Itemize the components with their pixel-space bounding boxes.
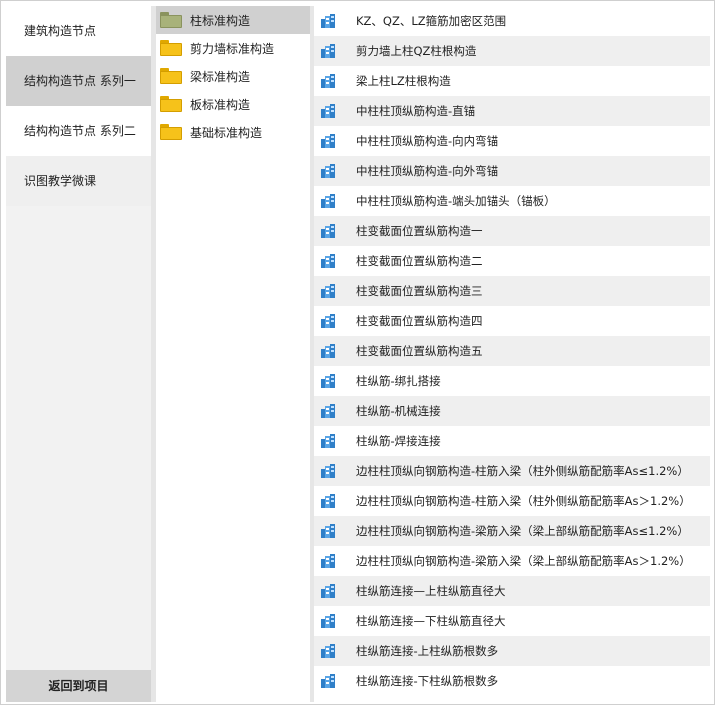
node-list-item-label: 剪力墙上柱QZ柱根构造: [356, 44, 477, 58]
node-list-item[interactable]: 柱变截面位置纵筋构造三: [314, 276, 710, 306]
node-list-item[interactable]: 柱纵筋-绑扎搭接: [314, 366, 710, 396]
3d-model-icon: [320, 613, 336, 629]
3d-model-icon: [320, 523, 336, 539]
folder-label: 剪力墙标准构造: [190, 41, 275, 56]
category-panel: 建筑构造节点 结构构造节点 系列一 结构构造节点 系列二 识图教学微课 返回到项目: [6, 6, 151, 702]
node-list-item-label: 边柱柱顶纵向钢筋构造-柱筋入梁（柱外侧纵筋配筋率As≤1.2%）: [356, 464, 689, 478]
folder-item[interactable]: 柱标准构造: [156, 6, 310, 34]
folder-item[interactable]: 板标准构造: [156, 90, 310, 118]
node-list-item[interactable]: 中柱柱顶纵筋构造-直锚: [314, 96, 710, 126]
node-list-item[interactable]: 柱变截面位置纵筋构造一: [314, 216, 710, 246]
folder-label: 基础标准构造: [190, 125, 263, 140]
3d-model-icon: [320, 583, 336, 599]
node-list-item[interactable]: 中柱柱顶纵筋构造-端头加锚头（锚板）: [314, 186, 710, 216]
3d-model-icon: [320, 403, 336, 419]
node-list-item[interactable]: 柱纵筋连接-下柱纵筋根数多: [314, 666, 710, 696]
node-list-item-label: 柱纵筋-机械连接: [356, 404, 441, 418]
node-list-item[interactable]: 梁上柱LZ柱根构造: [314, 66, 710, 96]
folder-label: 板标准构造: [190, 97, 251, 112]
node-list-item[interactable]: 柱纵筋连接—上柱纵筋直径大: [314, 576, 710, 606]
node-list-item[interactable]: 柱纵筋连接-上柱纵筋根数多: [314, 636, 710, 666]
node-list-item-label: 柱纵筋连接-下柱纵筋根数多: [356, 674, 499, 688]
node-list-item-label: 边柱柱顶纵向钢筋构造-梁筋入梁（梁上部纵筋配筋率As＞1.2%）: [356, 554, 691, 568]
node-list-item[interactable]: 柱纵筋-机械连接: [314, 396, 710, 426]
3d-model-icon: [320, 493, 336, 509]
node-list-item[interactable]: 中柱柱顶纵筋构造-向外弯锚: [314, 156, 710, 186]
3d-model-icon: [320, 463, 336, 479]
node-list-item[interactable]: 中柱柱顶纵筋构造-向内弯锚: [314, 126, 710, 156]
node-list-item[interactable]: 柱纵筋-焊接连接: [314, 426, 710, 456]
folder-panel: 柱标准构造剪力墙标准构造 梁标准构造板标准构造基础标准构造: [156, 6, 310, 702]
node-list-item[interactable]: 边柱柱顶纵向钢筋构造-柱筋入梁（柱外侧纵筋配筋率As≤1.2%）: [314, 456, 710, 486]
category-item[interactable]: 建筑构造节点: [6, 6, 151, 56]
3d-model-icon: [320, 13, 336, 29]
3d-model-icon: [320, 103, 336, 119]
3d-model-icon: [320, 553, 336, 569]
3d-model-icon: [320, 433, 336, 449]
node-list-item-label: 中柱柱顶纵筋构造-端头加锚头（锚板）: [356, 194, 556, 208]
folder-item[interactable]: 梁标准构造: [156, 62, 310, 90]
node-list-item-label: 柱纵筋连接—上柱纵筋直径大: [356, 584, 506, 598]
folder-icon: [160, 40, 182, 56]
node-browser-window: 建筑构造节点 结构构造节点 系列一 结构构造节点 系列二 识图教学微课 返回到项目 柱…: [0, 0, 715, 705]
node-list-panel: KZ、QZ、LZ箍筋加密区范围 剪力墙上柱QZ柱根构造 梁上柱LZ柱根构造中柱柱顶纵…: [314, 6, 710, 702]
folder-icon: [160, 124, 182, 140]
node-list-item[interactable]: 柱变截面位置纵筋构造二: [314, 246, 710, 276]
3d-model-icon: [320, 643, 336, 659]
node-list-item-label: 柱变截面位置纵筋构造一: [356, 224, 483, 238]
folder-item[interactable]: 剪力墙标准构造: [156, 34, 310, 62]
node-list-item-label: 柱变截面位置纵筋构造四: [356, 314, 483, 328]
node-list-item-label: 柱纵筋连接—下柱纵筋直径大: [356, 614, 506, 628]
node-list-item[interactable]: 柱变截面位置纵筋构造四: [314, 306, 710, 336]
3d-model-icon: [320, 283, 336, 299]
folder-item[interactable]: 基础标准构造: [156, 118, 310, 146]
node-list-item[interactable]: 边柱柱顶纵向钢筋构造-柱筋入梁（柱外侧纵筋配筋率As＞1.2%）: [314, 486, 710, 516]
node-list-item[interactable]: 柱纵筋连接—下柱纵筋直径大: [314, 606, 710, 636]
node-list-item[interactable]: 剪力墙上柱QZ柱根构造: [314, 36, 710, 66]
folder-label: 梁标准构造: [190, 69, 251, 84]
3d-model-icon: [320, 133, 336, 149]
3d-model-icon: [320, 73, 336, 89]
folder-icon: [160, 68, 182, 84]
node-list-item-label: 柱纵筋连接-上柱纵筋根数多: [356, 644, 499, 658]
node-list-item[interactable]: 边柱柱顶纵向钢筋构造-梁筋入梁（梁上部纵筋配筋率As≤1.2%）: [314, 516, 710, 546]
return-to-project-button[interactable]: 返回到项目: [6, 670, 151, 702]
node-list-item[interactable]: 柱变截面位置纵筋构造五: [314, 336, 710, 366]
node-list-item-label: KZ、QZ、LZ箍筋加密区范围: [356, 14, 507, 28]
3d-model-icon: [320, 223, 336, 239]
3d-model-icon: [320, 373, 336, 389]
node-list-item-label: 柱变截面位置纵筋构造二: [356, 254, 483, 268]
node-list-item-label: 柱变截面位置纵筋构造五: [356, 344, 483, 358]
node-list-item-label: 柱纵筋-焊接连接: [356, 434, 441, 448]
3d-model-icon: [320, 673, 336, 689]
node-list-item-label: 柱纵筋-绑扎搭接: [356, 374, 441, 388]
node-list-item-label: 边柱柱顶纵向钢筋构造-柱筋入梁（柱外侧纵筋配筋率As＞1.2%）: [356, 494, 691, 508]
3d-model-icon: [320, 253, 336, 269]
node-list-item[interactable]: KZ、QZ、LZ箍筋加密区范围: [314, 6, 710, 36]
node-list-item-label: 中柱柱顶纵筋构造-向内弯锚: [356, 134, 499, 148]
node-list-item-label: 中柱柱顶纵筋构造-向外弯锚: [356, 164, 499, 178]
3d-model-icon: [320, 43, 336, 59]
3d-model-icon: [320, 163, 336, 179]
3d-model-icon: [320, 193, 336, 209]
category-item[interactable]: 结构构造节点 系列一: [6, 56, 151, 106]
node-list-item-label: 边柱柱顶纵向钢筋构造-梁筋入梁（梁上部纵筋配筋率As≤1.2%）: [356, 524, 689, 538]
folder-open-icon: [160, 12, 182, 28]
category-item[interactable]: 识图教学微课: [6, 156, 151, 206]
3d-model-icon: [320, 313, 336, 329]
category-item[interactable]: 结构构造节点 系列二: [6, 106, 151, 156]
node-list-item-label: 中柱柱顶纵筋构造-直锚: [356, 104, 476, 118]
node-list-item-label: 柱变截面位置纵筋构造三: [356, 284, 483, 298]
node-list-item[interactable]: 边柱柱顶纵向钢筋构造-梁筋入梁（梁上部纵筋配筋率As＞1.2%）: [314, 546, 710, 576]
node-list-item-label: 梁上柱LZ柱根构造: [356, 74, 451, 88]
folder-icon: [160, 96, 182, 112]
folder-label: 柱标准构造: [190, 13, 251, 28]
3d-model-icon: [320, 343, 336, 359]
